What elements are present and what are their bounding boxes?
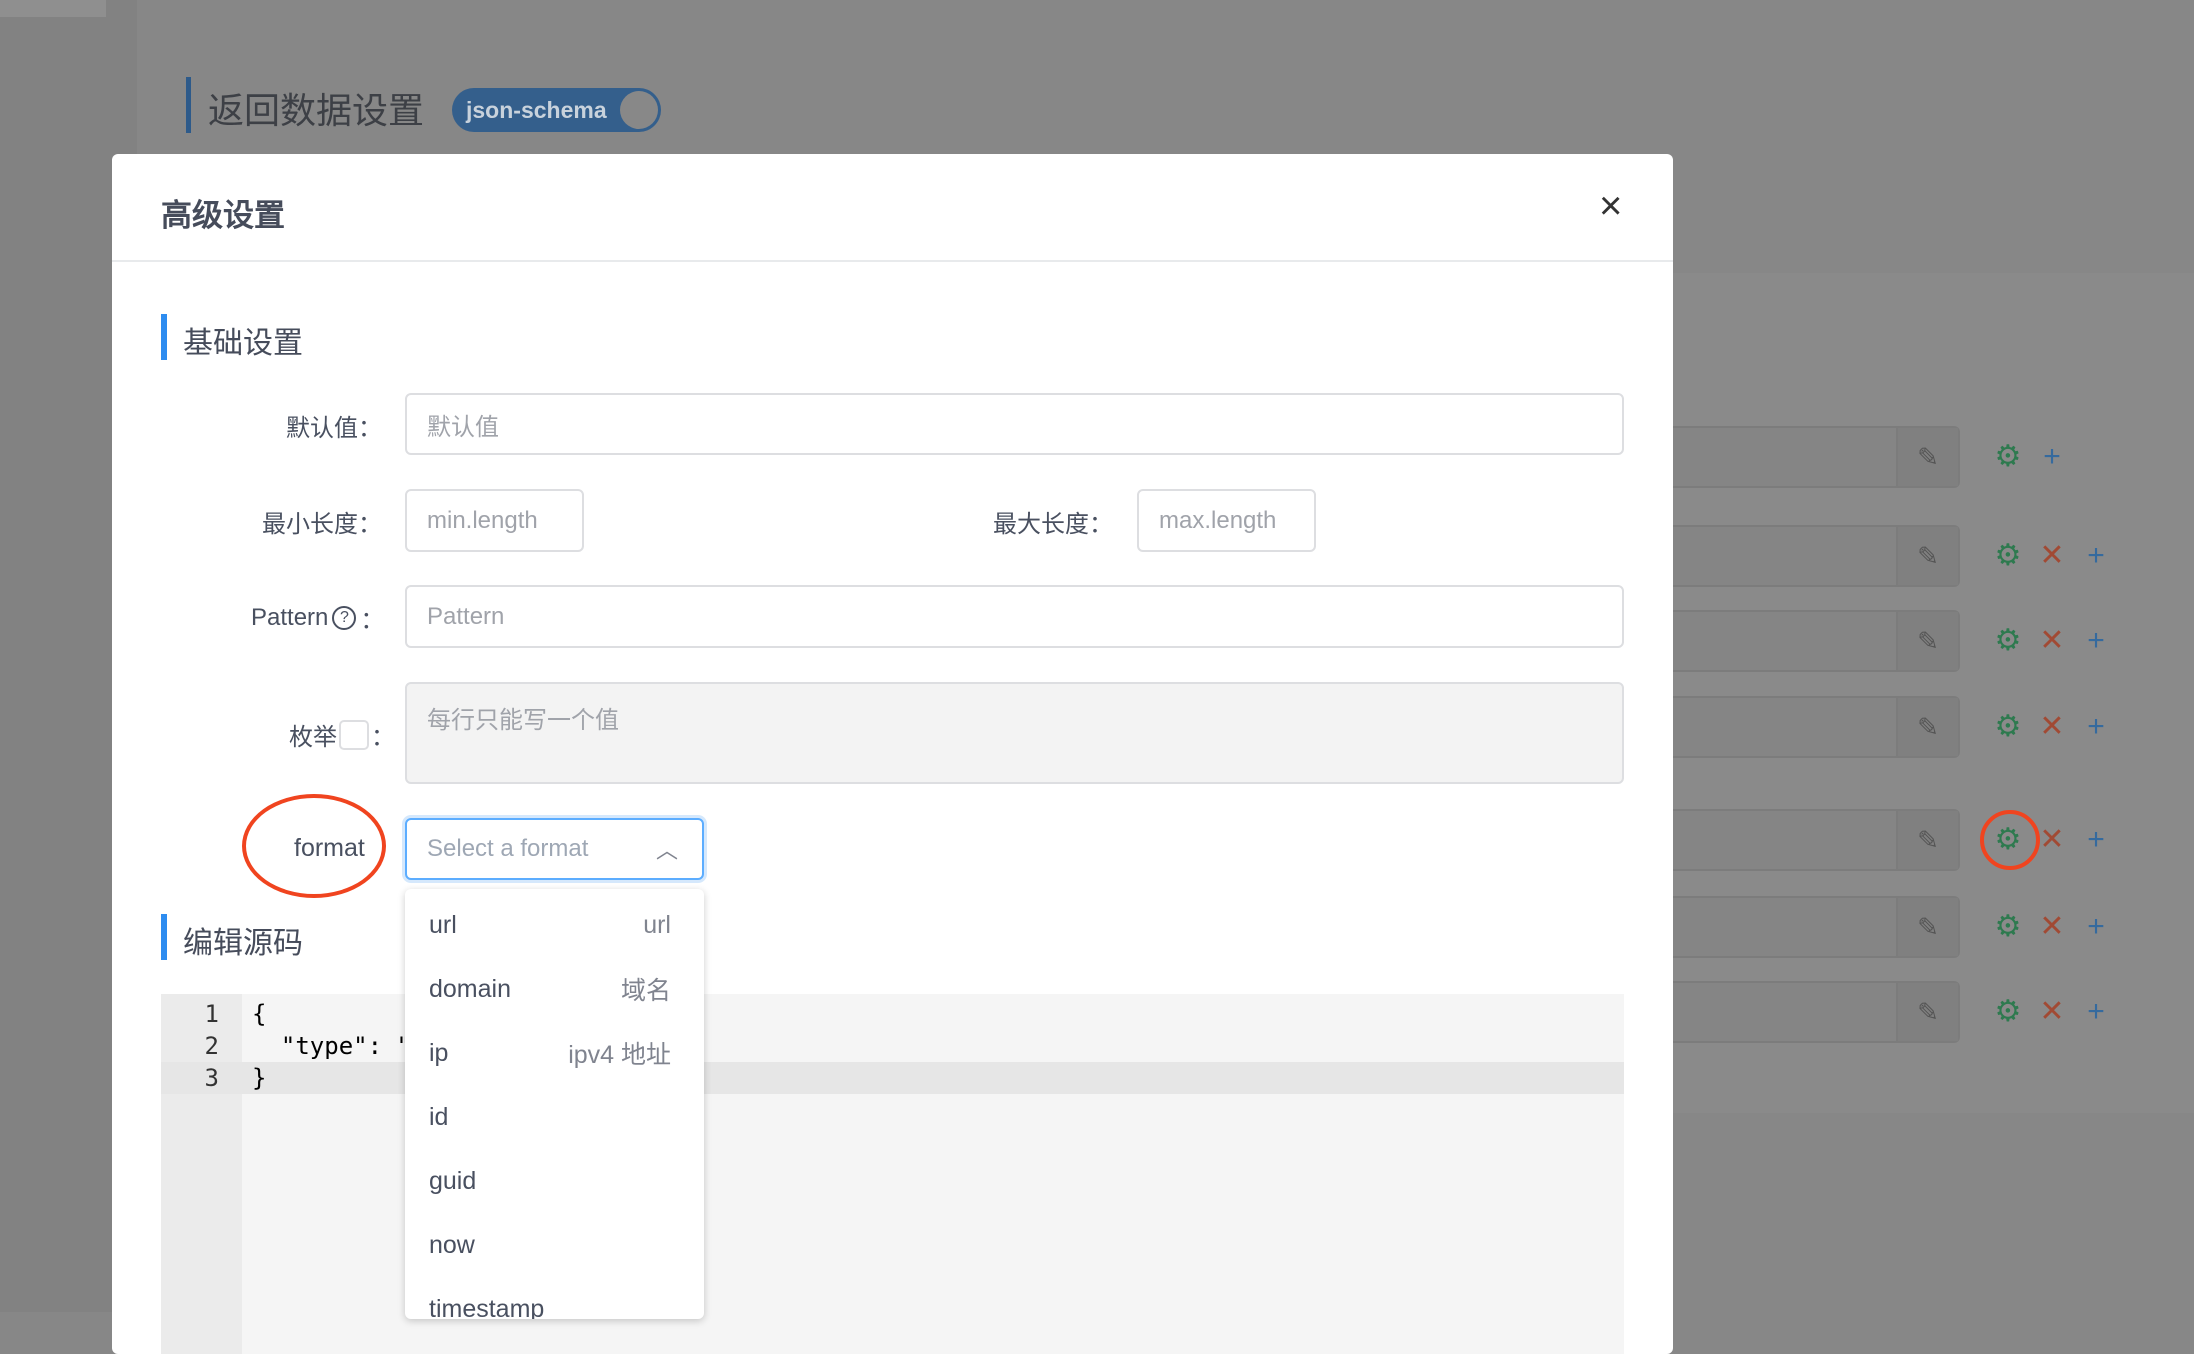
pattern-label-text: Pattern [251, 603, 329, 631]
pencil-icon[interactable]: ✎ [1896, 698, 1958, 756]
format-placeholder: Select a format [427, 835, 589, 862]
code-editor[interactable]: 1{2 "type": " 3} [161, 994, 1624, 1354]
option-value: url [429, 910, 457, 939]
code-line: 1{ [161, 998, 1624, 1030]
format-select[interactable]: Select a format ︿ [405, 818, 704, 880]
default-value-input[interactable]: 默认值 [405, 393, 1624, 455]
format-dropdown: url url domain 域名 ip ipv4 地址 id guid now timestam… [405, 889, 704, 1319]
code-line: 3} [161, 1062, 1624, 1094]
format-option-id[interactable]: id [405, 1085, 695, 1149]
line-number: 1 [204, 1000, 219, 1028]
delete-icon[interactable]: ✕ [2034, 525, 2070, 587]
option-value: now [429, 1230, 475, 1259]
enum-label: 枚举 ： [289, 717, 395, 752]
title-accent-bar [186, 77, 191, 133]
annotation-circle [1980, 810, 2040, 870]
close-icon[interactable]: × [1599, 184, 1622, 229]
gear-icon[interactable]: ⚙ [1990, 426, 2026, 488]
toggle-knob [620, 91, 658, 129]
annotation-circle [242, 794, 386, 898]
enum-checkbox[interactable] [339, 719, 369, 750]
delete-icon[interactable]: ✕ [2034, 896, 2070, 958]
gear-icon[interactable]: ⚙ [1990, 896, 2026, 958]
pattern-colon: ： [360, 607, 385, 634]
chevron-up-icon: ︿ [655, 838, 678, 863]
code-text: } [252, 1064, 267, 1092]
gear-icon[interactable]: ⚙ [1990, 981, 2026, 1043]
line-number: 2 [204, 1032, 219, 1060]
option-value: domain [429, 974, 511, 1003]
max-length-label: 最大长度： [993, 511, 1113, 538]
option-value: guid [429, 1166, 477, 1195]
default-label: 默认值： [286, 415, 382, 442]
format-option-now[interactable]: now [405, 1213, 695, 1277]
json-schema-toggle[interactable]: json-schema [452, 88, 661, 132]
sidebar-logo-area [0, 0, 106, 17]
delete-icon[interactable]: ✕ [2034, 696, 2070, 758]
option-description: ipv4 地址 [568, 1041, 671, 1069]
delete-icon[interactable]: ✕ [2034, 981, 2070, 1043]
page-title: 返回数据设置 [208, 90, 425, 131]
format-option-timestamp[interactable]: timestamp [405, 1277, 695, 1320]
modal-title: 高级设置 [161, 198, 285, 233]
add-icon[interactable]: + [2078, 896, 2114, 958]
min-length-input[interactable]: min.length [405, 489, 584, 552]
add-icon[interactable]: + [2078, 809, 2114, 871]
delete-icon[interactable]: ✕ [2034, 610, 2070, 672]
help-icon[interactable]: ? [332, 605, 357, 630]
advanced-settings-modal: 高级设置 × 基础设置 默认值： 默认值 最小长度： min.length 最大… [112, 154, 1673, 1354]
code-text: "type": " [252, 1032, 411, 1060]
section-accent-bar [161, 914, 167, 960]
basic-settings-heading: 基础设置 [183, 327, 303, 360]
pencil-icon[interactable]: ✎ [1896, 527, 1958, 585]
gear-icon[interactable]: ⚙ [1990, 525, 2026, 587]
modal-header [112, 154, 1673, 262]
add-icon[interactable]: + [2078, 981, 2114, 1043]
format-option-ip[interactable]: ip ipv4 地址 [405, 1021, 695, 1085]
line-number: 3 [204, 1064, 219, 1092]
pencil-icon[interactable]: ✎ [1896, 428, 1958, 486]
pencil-icon[interactable]: ✎ [1896, 612, 1958, 670]
add-icon[interactable]: + [2078, 525, 2114, 587]
add-icon[interactable]: + [2034, 426, 2070, 488]
gear-icon[interactable]: ⚙ [1990, 696, 2026, 758]
min-length-label: 最小长度： [262, 511, 382, 538]
add-icon[interactable]: + [2078, 696, 2114, 758]
format-option-guid[interactable]: guid [405, 1149, 695, 1213]
pencil-icon[interactable]: ✎ [1896, 811, 1958, 869]
toggle-label: json-schema [466, 97, 607, 123]
section-accent-bar [161, 314, 167, 360]
enum-textarea[interactable]: 每行只能写一个值 [405, 682, 1624, 784]
pencil-icon[interactable]: ✎ [1896, 983, 1958, 1041]
option-description: url [643, 910, 671, 939]
pencil-icon[interactable]: ✎ [1896, 898, 1958, 956]
option-value: timestamp [429, 1294, 545, 1320]
source-editor-heading: 编辑源码 [183, 927, 303, 960]
option-value: ip [429, 1038, 449, 1067]
code-line: 2 "type": " [161, 1030, 1624, 1062]
format-option-url[interactable]: url url [405, 893, 695, 957]
option-value: id [429, 1102, 449, 1131]
option-description: 域名 [620, 977, 671, 1005]
pattern-label: Pattern ? ： [251, 600, 384, 635]
add-icon[interactable]: + [2078, 610, 2114, 672]
format-option-domain[interactable]: domain 域名 [405, 957, 695, 1021]
pattern-input[interactable]: Pattern [405, 585, 1624, 648]
enum-colon: ： [371, 724, 395, 751]
max-length-input[interactable]: max.length [1137, 489, 1316, 552]
gear-icon[interactable]: ⚙ [1990, 610, 2026, 672]
code-text: { [252, 1000, 267, 1028]
enum-label-text: 枚举 [289, 724, 337, 751]
